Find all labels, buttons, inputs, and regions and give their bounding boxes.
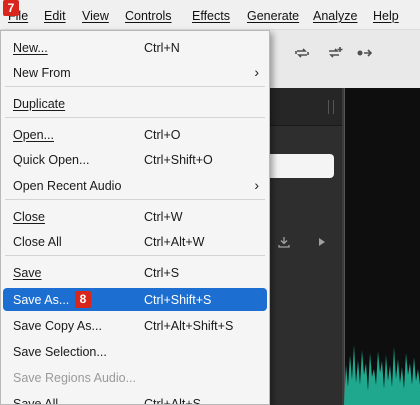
step-badge: 7 (3, 0, 19, 16)
menu-controls[interactable]: Controls (125, 9, 172, 23)
menu-item-label: New From (13, 66, 71, 80)
menu-item-label: Close All (13, 235, 62, 249)
menu-item-save-as[interactable]: Save As... 8 Ctrl+Shift+S (3, 288, 267, 311)
menu-item-save-selection[interactable]: Save Selection... (3, 340, 267, 363)
menu-item-close-all[interactable]: Close All Ctrl+Alt+W (3, 230, 267, 253)
chevron-right-icon: › (254, 64, 259, 80)
menu-effects[interactable]: Effects (192, 9, 230, 23)
menu-item-label: Open... (13, 128, 54, 142)
menu-item-shortcut: Ctrl+Alt+S (144, 397, 201, 405)
menu-item-label: Open Recent Audio (13, 179, 122, 193)
menu-item-new[interactable]: New... Ctrl+N (3, 36, 267, 59)
menu-item-shortcut: Ctrl+O (144, 128, 181, 142)
menu-item-save-all[interactable]: Save All Ctrl+Alt+S (3, 392, 267, 405)
menu-item-label: Quick Open... (13, 153, 90, 167)
menu-item-close[interactable]: Close Ctrl+W (3, 205, 267, 228)
menu-separator (5, 117, 265, 118)
menu-item-new-from[interactable]: New From › (3, 61, 267, 84)
loop-add-icon[interactable] (326, 46, 344, 64)
menu-separator (5, 199, 265, 200)
menu-item-label: New... (13, 41, 48, 55)
menu-bar: File Edit View Controls Effects Generate… (0, 0, 420, 30)
menu-separator (5, 86, 265, 87)
files-panel (268, 88, 342, 405)
menu-item-shortcut: Ctrl+Shift+O (144, 153, 213, 167)
step-badge: 8 (75, 291, 91, 308)
menu-item-label: Save (13, 266, 42, 280)
menu-separator (5, 255, 265, 256)
menu-item-label: Duplicate (13, 97, 66, 111)
menu-item-label: Save Selection... (13, 345, 107, 359)
menu-item-label: Save As... (13, 293, 70, 307)
menu-item-open-recent-audio[interactable]: Open Recent Audio › (3, 174, 267, 197)
waveform-view[interactable] (344, 88, 420, 405)
menu-item-label: Close (13, 210, 45, 224)
menu-item-label: Save Regions Audio... (13, 371, 136, 385)
chevron-right-icon: › (254, 177, 259, 193)
menu-view[interactable]: View (82, 9, 109, 23)
menu-item-save[interactable]: Save Ctrl+S (3, 261, 267, 284)
menu-edit[interactable]: Edit (44, 9, 66, 23)
menu-item-duplicate[interactable]: Duplicate (3, 92, 267, 115)
file-menu-dropdown: New... Ctrl+N New From › Duplicate Open.… (0, 30, 270, 405)
waveform-graphic (344, 345, 420, 405)
menu-item-save-regions-audio: Save Regions Audio... (3, 366, 267, 389)
menu-item-shortcut: Ctrl+Alt+W (144, 235, 205, 249)
loop-icon[interactable] (294, 46, 310, 64)
menu-item-shortcut: Ctrl+Shift+S (144, 293, 212, 307)
menu-item-label: Save Copy As... (13, 319, 102, 333)
menu-item-save-copy-as[interactable]: Save Copy As... Ctrl+Alt+Shift+S (3, 314, 267, 337)
panel-search-field[interactable] (268, 154, 334, 178)
menu-analyze[interactable]: Analyze (313, 9, 357, 23)
transport-toolbar (268, 30, 420, 88)
menu-item-label: Save All (13, 397, 59, 405)
import-icon[interactable] (278, 236, 290, 251)
play-small-icon[interactable] (318, 236, 326, 250)
menu-item-shortcut: Ctrl+Alt+Shift+S (144, 319, 234, 333)
menu-item-open[interactable]: Open... Ctrl+O (3, 123, 267, 146)
menu-item-shortcut: Ctrl+N (144, 41, 180, 55)
menu-item-shortcut: Ctrl+S (144, 266, 180, 280)
menu-item-quick-open[interactable]: Quick Open... Ctrl+Shift+O (3, 148, 267, 171)
skip-icon[interactable] (356, 46, 374, 64)
menu-generate[interactable]: Generate (247, 9, 299, 23)
panel-grip-icon[interactable] (328, 100, 334, 114)
panel-header (268, 88, 342, 126)
menu-item-shortcut: Ctrl+W (144, 210, 183, 224)
menu-help[interactable]: Help (373, 9, 399, 23)
